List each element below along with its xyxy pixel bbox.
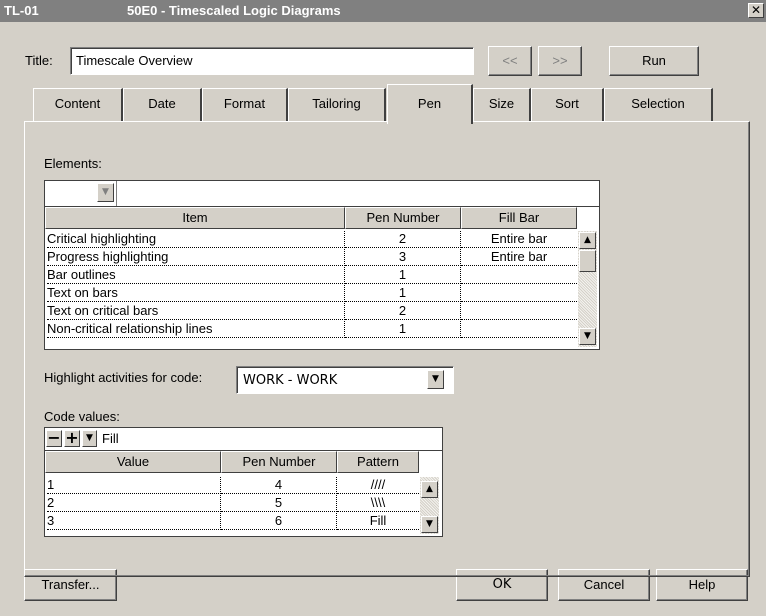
highlight-dropdown-icon[interactable]: ▼: [427, 370, 444, 389]
window-id: TL-01: [4, 3, 39, 18]
window-title: 50E0 - Timescaled Logic Diagrams: [127, 3, 341, 18]
title-input[interactable]: Timescale Overview: [70, 47, 474, 75]
highlight-code-select[interactable]: WORK - WORK ▼: [236, 366, 454, 394]
run-button[interactable]: Run: [609, 46, 699, 76]
tab-pen[interactable]: Pen: [387, 84, 473, 124]
window-titlebar: TL-01 50E0 - Timescaled Logic Diagrams ✕: [0, 0, 766, 22]
tab-selection[interactable]: Selection: [604, 88, 713, 122]
tab-tailoring[interactable]: Tailoring: [288, 88, 386, 122]
tab-sort-label: Sort: [555, 96, 579, 111]
tab-format[interactable]: Format: [202, 88, 288, 122]
next-button[interactable]: >>: [538, 46, 582, 76]
tab-tailoring-label: Tailoring: [312, 96, 361, 111]
tab-sort[interactable]: Sort: [531, 88, 604, 122]
tab-format-label: Format: [223, 96, 266, 111]
tab-size-label: Size: [488, 96, 515, 111]
tab-date[interactable]: Date: [123, 88, 202, 122]
tab-date-label: Date: [148, 96, 176, 111]
close-icon[interactable]: ✕: [748, 3, 764, 18]
tab-size[interactable]: Size: [473, 88, 531, 122]
prev-button[interactable]: <<: [488, 46, 532, 76]
title-input-value: Timescale Overview: [76, 53, 193, 68]
tab-content[interactable]: Content: [33, 88, 123, 122]
highlight-code-value: WORK - WORK: [243, 373, 338, 388]
tab-pen-label: Pen: [417, 96, 442, 111]
title-label: Title:: [25, 53, 53, 68]
pen-tab-panel: [24, 121, 750, 577]
tab-selection-label: Selection: [631, 96, 685, 111]
tab-content-label: Content: [54, 96, 101, 111]
